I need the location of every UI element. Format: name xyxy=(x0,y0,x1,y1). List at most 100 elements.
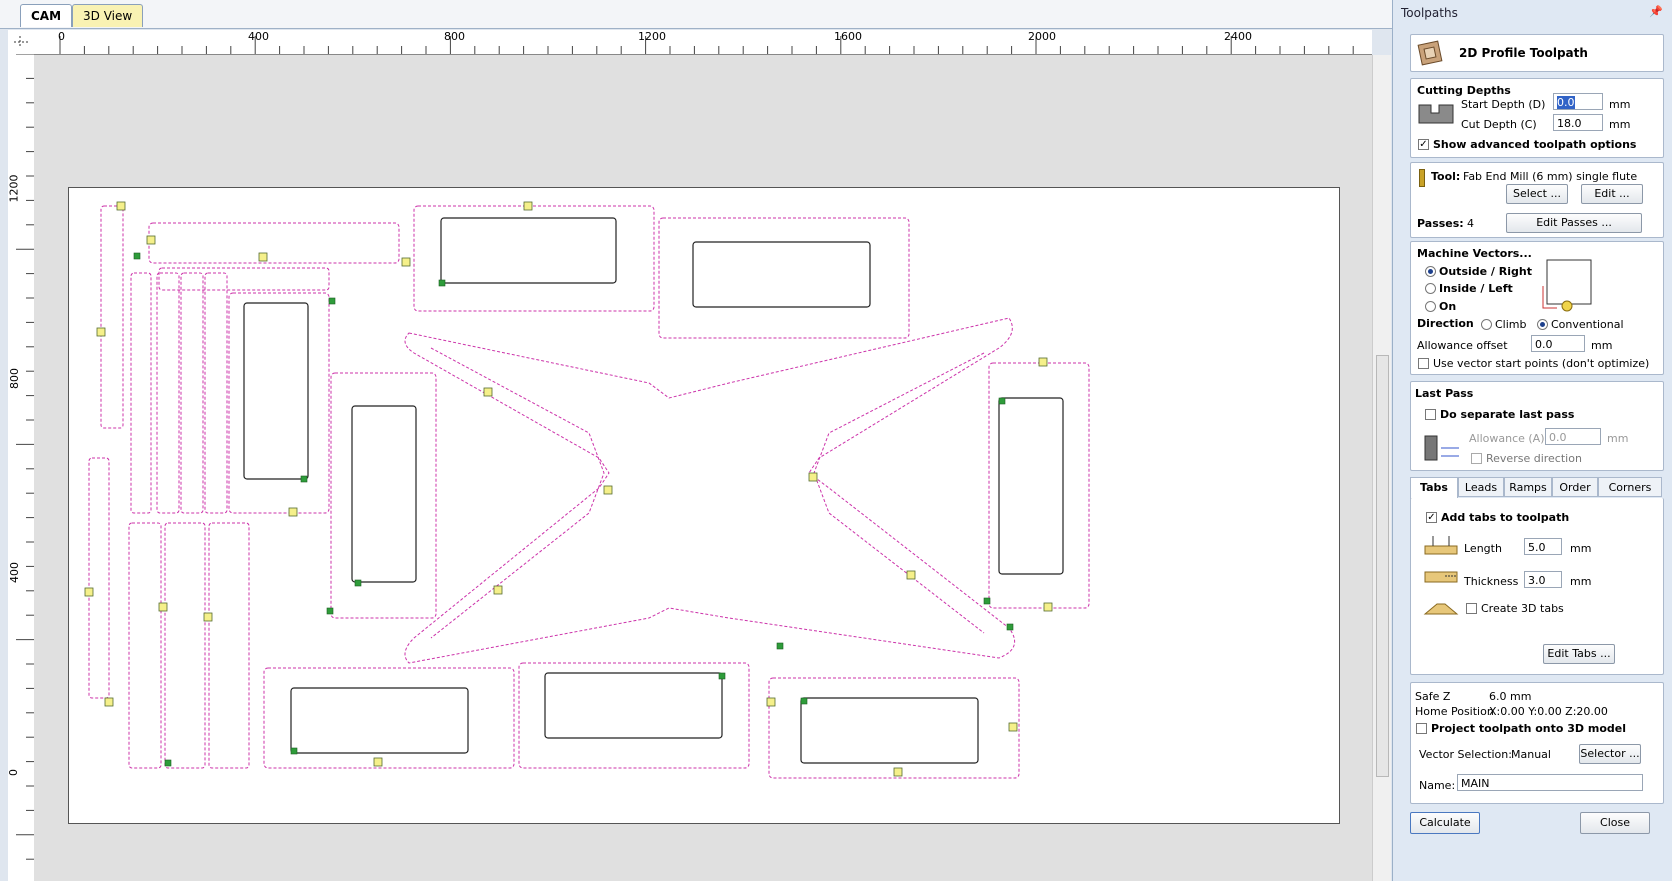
tool-label: Tool: xyxy=(1431,170,1461,183)
add-tabs-checkbox[interactable]: ✓ xyxy=(1426,512,1437,523)
start-depth-value: 0.0 xyxy=(1557,96,1575,109)
allowance-offset-label: Allowance offset xyxy=(1417,339,1508,352)
ruler-label: 1200 xyxy=(7,174,21,203)
tool-box: Tool: Fab End Mill (6 mm) single flute S… xyxy=(1410,162,1664,238)
end-mill-icon xyxy=(1419,169,1425,187)
offset-preview-icon xyxy=(1542,259,1592,312)
cut-depth-input[interactable]: 18.0 xyxy=(1553,114,1603,131)
safe-z-value: 6.0 mm xyxy=(1489,690,1532,703)
ruler-label: 400 xyxy=(8,562,21,583)
last-pass-allowance-label: Allowance (A) xyxy=(1469,432,1545,445)
passes-label: Passes: xyxy=(1417,217,1464,230)
ruler-label: 2400 xyxy=(1224,30,1252,43)
last-pass-allowance-input[interactable]: 0.0 xyxy=(1545,428,1601,445)
horizontal-ruler: 0 400 800 1200 1600 2000 2400 xyxy=(34,30,1372,55)
reverse-direction-checkbox[interactable] xyxy=(1471,453,1482,464)
tab-length-icon xyxy=(1424,536,1458,555)
ruler-label: 0 xyxy=(7,769,20,776)
scrollbar-thumb[interactable] xyxy=(1376,355,1389,777)
name-label: Name: xyxy=(1419,779,1456,792)
tabs-options-box: ✓ Add tabs to toolpath Length 5.0 mm Thi… xyxy=(1410,498,1664,675)
add-tabs-label: Add tabs to toolpath xyxy=(1441,511,1570,524)
toolpaths-panel: Toolpaths 📌 2D Profile Toolpath Cutting … xyxy=(1392,0,1672,881)
ruler-corner xyxy=(8,30,35,55)
cutting-depths-box: Cutting Depths Start Depth (D) 0.0 mm Cu… xyxy=(1410,78,1664,158)
create-3d-tabs-checkbox[interactable] xyxy=(1466,603,1477,614)
climb-radio[interactable] xyxy=(1481,319,1492,330)
cam-viewport[interactable] xyxy=(34,55,1372,881)
last-pass-allowance-unit: mm xyxy=(1607,432,1629,445)
start-depth-input[interactable]: 0.0 xyxy=(1553,93,1603,110)
allowance-offset-unit: mm xyxy=(1591,339,1613,352)
edit-tool-button[interactable]: Edit ... xyxy=(1581,184,1643,204)
tab-thickness-unit: mm xyxy=(1570,575,1592,588)
cut-depth-unit: mm xyxy=(1609,118,1631,131)
selector-button[interactable]: Selector ... xyxy=(1579,744,1641,764)
edit-passes-button[interactable]: Edit Passes ... xyxy=(1506,213,1642,233)
tool-name: Fab End Mill (6 mm) single flute xyxy=(1463,170,1638,183)
tab-length-input[interactable]: 5.0 xyxy=(1524,538,1562,555)
ruler-label: 400 xyxy=(248,30,269,43)
cutting-depths-heading: Cutting Depths xyxy=(1417,84,1511,97)
tab-corners[interactable]: Corners xyxy=(1598,477,1662,497)
edit-tabs-button[interactable]: Edit Tabs ... xyxy=(1543,644,1615,664)
climb-label: Climb xyxy=(1495,318,1527,331)
reverse-direction-label: Reverse direction xyxy=(1486,452,1582,465)
allowance-offset-input[interactable]: 0.0 xyxy=(1531,335,1585,352)
create-3d-tabs-label: Create 3D tabs xyxy=(1481,602,1564,615)
calculate-button[interactable]: Calculate xyxy=(1410,812,1480,834)
tab-order[interactable]: Order xyxy=(1552,477,1598,497)
use-start-points-label: Use vector start points (don't optimize) xyxy=(1433,357,1650,370)
ruler-label: 1200 xyxy=(638,30,666,43)
advanced-options-checkbox[interactable]: ✓ xyxy=(1418,139,1429,150)
close-button[interactable]: Close xyxy=(1580,812,1650,834)
cut-depth-label: Cut Depth (C) xyxy=(1461,118,1537,131)
advanced-options-label: Show advanced toolpath options xyxy=(1433,138,1637,151)
tab-3d-icon xyxy=(1423,603,1459,615)
tab-length-unit: mm xyxy=(1570,542,1592,555)
use-start-points-checkbox[interactable] xyxy=(1418,358,1429,369)
vertical-scrollbar[interactable] xyxy=(1372,55,1391,881)
vector-selection-value: Manual xyxy=(1511,748,1551,761)
ruler-label: 800 xyxy=(8,368,21,389)
toolpath-name-input[interactable]: MAIN xyxy=(1457,774,1643,791)
start-depth-label: Start Depth (D) xyxy=(1461,98,1546,111)
conventional-radio[interactable] xyxy=(1537,319,1548,330)
inside-left-radio[interactable] xyxy=(1425,283,1436,294)
on-label: On xyxy=(1439,300,1457,313)
toolpath-drawing xyxy=(84,201,1090,779)
outside-right-label: Outside / Right xyxy=(1439,265,1532,278)
home-position-value: X:0.00 Y:0.00 Z:20.00 xyxy=(1489,705,1608,718)
safe-z-label: Safe Z xyxy=(1415,690,1451,703)
select-tool-button[interactable]: Select ... xyxy=(1506,184,1568,204)
project-3d-checkbox[interactable] xyxy=(1416,723,1427,734)
tab-tabs[interactable]: Tabs xyxy=(1410,477,1458,499)
start-depth-unit: mm xyxy=(1609,98,1631,111)
last-pass-box: Last Pass Do separate last pass Allowanc… xyxy=(1410,381,1664,471)
profile-toolpath-icon xyxy=(1417,40,1443,66)
ruler-label: 0 xyxy=(58,30,65,43)
tab-thickness-label: Thickness xyxy=(1464,575,1519,588)
material-sheet xyxy=(68,187,1340,824)
vector-selection-label: Vector Selection: xyxy=(1419,748,1512,761)
tab-3d-view[interactable]: 3D View xyxy=(72,4,144,27)
on-radio[interactable] xyxy=(1425,301,1436,312)
ruler-label: 2000 xyxy=(1028,30,1056,43)
tab-length-label: Length xyxy=(1464,542,1502,555)
machine-vectors-box: Machine Vectors... Outside / Right Insid… xyxy=(1410,241,1664,375)
tab-thickness-input[interactable]: 3.0 xyxy=(1524,571,1562,588)
tab-leads[interactable]: Leads xyxy=(1458,477,1504,497)
conventional-label: Conventional xyxy=(1551,318,1624,331)
ruler-label: 1600 xyxy=(834,30,862,43)
toolpath-type-label: 2D Profile Toolpath xyxy=(1459,46,1588,60)
pin-icon[interactable]: 📌 xyxy=(1649,5,1663,18)
separate-last-pass-checkbox[interactable] xyxy=(1425,409,1436,420)
outside-right-radio[interactable] xyxy=(1425,266,1436,277)
options-tab-strip: Tabs Leads Ramps Order Corners xyxy=(1410,477,1662,499)
panel-title: Toolpaths xyxy=(1401,6,1458,20)
depth-diagram-icon xyxy=(1418,104,1454,124)
tab-ramps[interactable]: Ramps xyxy=(1504,477,1552,497)
document-tab-bar: CAM 3D View xyxy=(0,0,1392,29)
tab-cam[interactable]: CAM xyxy=(20,4,73,27)
toolpath-type-box: 2D Profile Toolpath xyxy=(1410,34,1664,72)
